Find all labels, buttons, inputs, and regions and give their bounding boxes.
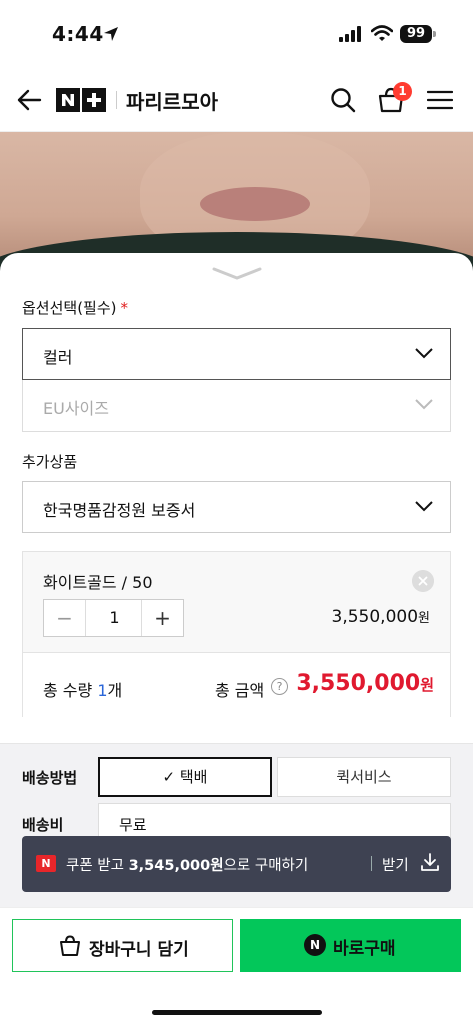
delivery-option-quick[interactable]: 퀵서비스 [277, 757, 451, 797]
total-amount: 3,550,000원 [296, 671, 434, 696]
wifi-icon [371, 25, 393, 41]
color-select-value: 컬러 [43, 348, 73, 367]
chevron-down-icon [415, 399, 433, 410]
color-select[interactable]: 컬러 [22, 328, 451, 380]
buy-now-button[interactable]: N 바로구매 [240, 919, 461, 972]
coupon-text-suffix: 으로 구매하기 [223, 858, 309, 874]
quantity-stepper: − 1 + [43, 599, 184, 637]
total-amount-unit: 원 [420, 676, 434, 694]
cellular-signal-icon [339, 26, 361, 42]
remove-item-icon[interactable] [412, 570, 434, 592]
item-price: 3,550,000원 [332, 607, 431, 627]
shipping-fee-value: 무료 [119, 816, 147, 834]
item-price-value: 3,550,000 [331, 607, 419, 627]
battery-tip [433, 31, 436, 37]
total-quantity: 총 수량 1개 [43, 677, 122, 701]
top-nav: 파리르모아 1 [0, 68, 473, 132]
option-label-text: 옵션선택(필수) [22, 299, 117, 317]
quantity-value[interactable]: 1 [86, 600, 143, 636]
menu-icon[interactable] [427, 90, 453, 110]
add-to-cart-label: 장바구니 담기 [89, 940, 189, 960]
cart-count-badge: 1 [393, 82, 412, 101]
item-price-unit: 원 [418, 611, 430, 626]
shopping-bag-icon [60, 935, 80, 956]
coupon-banner[interactable]: N 쿠폰 받고 3,545,000원으로 구매하기 받기 [22, 836, 451, 892]
location-arrow-icon [104, 27, 118, 41]
addon-section-label: 추가상품 [22, 453, 78, 471]
shipping-fee-label: 배송비 [22, 816, 64, 834]
addon-select[interactable]: 한국명품감정원 보증서 [22, 481, 451, 533]
total-quantity-label: 총 수량 [43, 681, 93, 700]
download-icon[interactable] [420, 852, 440, 872]
chevron-down-icon [415, 501, 433, 512]
coupon-text-prefix: 쿠폰 받고 [66, 858, 129, 874]
addon-select-value: 한국명품감정원 보증서 [43, 501, 196, 520]
size-select-value: EU사이즈 [43, 399, 109, 418]
coupon-text: 쿠폰 받고 3,545,000원으로 구매하기 [66, 854, 308, 875]
help-icon[interactable]: ? [271, 678, 288, 695]
coupon-divider [371, 856, 372, 871]
add-to-cart-button[interactable]: 장바구니 담기 [12, 919, 233, 972]
coupon-amount: 3,545,000원 [128, 858, 224, 874]
sheet-collapse-icon[interactable] [212, 265, 262, 281]
status-time: 4:44 [52, 22, 104, 46]
search-icon[interactable] [330, 87, 356, 113]
naver-pay-icon: N [304, 934, 326, 956]
chevron-down-icon [415, 348, 433, 359]
selected-item-name: 화이트골드 / 50 [43, 573, 153, 592]
option-section-label: 옵션선택(필수) * [22, 297, 128, 318]
delivery-method-label: 배송방법 [22, 769, 78, 787]
store-name[interactable]: 파리르모아 [126, 86, 218, 115]
header-divider [116, 91, 117, 109]
decrease-quantity-button[interactable]: − [44, 600, 86, 636]
naver-plus-logo[interactable] [56, 88, 106, 112]
status-bar: 4:44 99 [0, 0, 473, 68]
product-image [0, 132, 473, 272]
delivery-option-parcel[interactable]: ✓ 택배 [98, 757, 272, 797]
buy-now-label: 바로구매 [333, 939, 396, 959]
size-select[interactable]: EU사이즈 [22, 380, 451, 432]
total-amount-label: 총 금액 [215, 681, 265, 700]
total-amount-value: 3,550,000 [296, 671, 421, 696]
naver-badge-icon: N [36, 855, 56, 872]
lips-shape [200, 187, 310, 221]
increase-quantity-button[interactable]: + [141, 600, 183, 636]
required-mark: * [120, 299, 129, 317]
option-sheet: 옵션선택(필수) * 컬러 EU사이즈 추가상품 한국명품감정원 보증서 화이트골… [0, 253, 473, 913]
battery-indicator: 99 [400, 25, 432, 43]
bottom-action-bar: 장바구니 담기 N 바로구매 [0, 907, 473, 1024]
total-quantity-unit: 개 [107, 681, 123, 700]
total-summary: 총 수량 1개 총 금액 ? 3,550,000원 [23, 652, 450, 717]
total-quantity-value: 1 [97, 681, 108, 700]
back-arrow-icon[interactable] [16, 88, 42, 112]
coupon-get-button[interactable]: 받기 [382, 854, 409, 875]
home-indicator [152, 1010, 322, 1015]
selected-item-box: 화이트골드 / 50 − 1 + 3,550,000원 총 수량 1개 총 금액… [22, 551, 451, 717]
